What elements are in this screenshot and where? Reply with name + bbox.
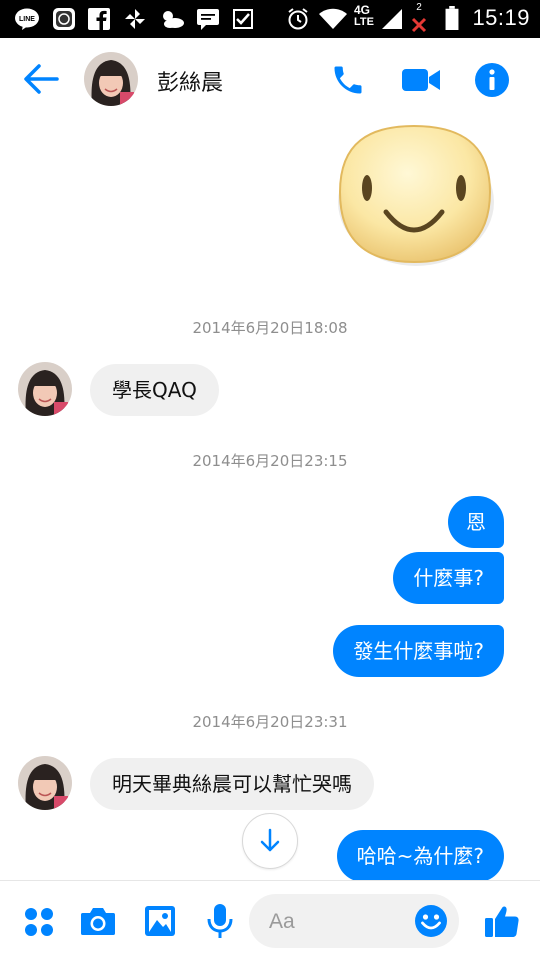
outgoing-message[interactable]: 哈哈~為什麼? <box>336 830 504 882</box>
no-signal-icon <box>411 17 427 33</box>
avatar-image <box>84 52 138 106</box>
arrow-down-icon <box>260 828 280 852</box>
tasks-icon <box>233 9 253 29</box>
avatar-image <box>18 362 72 416</box>
contact-name[interactable]: 彭絲晨 <box>157 65 223 97</box>
sim2-status: 2 <box>410 2 428 36</box>
signal-icon <box>382 9 402 29</box>
sender-avatar[interactable] <box>18 756 72 810</box>
wifi-icon <box>319 8 347 29</box>
conversation-header: 彭絲晨 <box>0 38 540 122</box>
network-label: 4G <box>354 3 371 17</box>
clock: 15:19 <box>472 5 530 30</box>
status-bar: LINE 4G LTE 2 15:19 <box>0 0 540 38</box>
outgoing-message[interactable]: 發生什麼事啦? <box>333 625 504 677</box>
video-call-icon[interactable] <box>401 66 441 94</box>
scroll-to-bottom-button[interactable] <box>242 813 298 869</box>
avatar-image <box>18 756 72 810</box>
message-input[interactable] <box>267 906 411 938</box>
microphone-icon[interactable] <box>206 903 234 941</box>
outgoing-message[interactable]: 什麼事? <box>393 552 504 604</box>
facebook-icon <box>88 8 110 30</box>
gallery-icon[interactable] <box>144 905 176 937</box>
message-timestamp: 2014年6月20日18:08 <box>192 319 348 337</box>
more-apps-icon[interactable] <box>24 907 54 937</box>
battery-icon <box>445 6 459 30</box>
camera-icon[interactable] <box>80 905 116 937</box>
sim-badge: 2 <box>416 2 422 13</box>
message-icon <box>197 9 219 30</box>
svg-text:LINE: LINE <box>19 16 35 23</box>
line-app-icon: LINE <box>15 8 39 30</box>
message-timestamp: 2014年6月20日23:31 <box>192 713 348 731</box>
message-composer <box>0 880 540 961</box>
message-timestamp: 2014年6月20日23:15 <box>192 452 348 470</box>
incoming-message[interactable]: 學長QAQ <box>90 364 219 416</box>
thumbs-up-icon[interactable] <box>484 903 520 939</box>
message-input-container[interactable] <box>249 894 459 948</box>
contact-avatar[interactable] <box>84 52 138 106</box>
back-arrow-icon[interactable] <box>22 62 60 96</box>
weather-icon <box>163 11 184 28</box>
outgoing-message[interactable]: 恩 <box>448 496 504 548</box>
notification-app-icon <box>53 8 75 30</box>
emoji-icon[interactable] <box>414 904 448 938</box>
network-sub-label: LTE <box>354 16 374 28</box>
info-icon[interactable] <box>474 62 510 98</box>
pinwheel-icon <box>125 9 145 29</box>
network-type: 4G LTE <box>354 4 378 28</box>
smiley-face-sticker[interactable] <box>330 122 498 270</box>
alarm-icon <box>288 8 308 30</box>
sender-avatar[interactable] <box>18 362 72 416</box>
phone-call-icon[interactable] <box>330 62 366 98</box>
incoming-message[interactable]: 明天畢典絲晨可以幫忙哭嗎 <box>90 758 374 810</box>
